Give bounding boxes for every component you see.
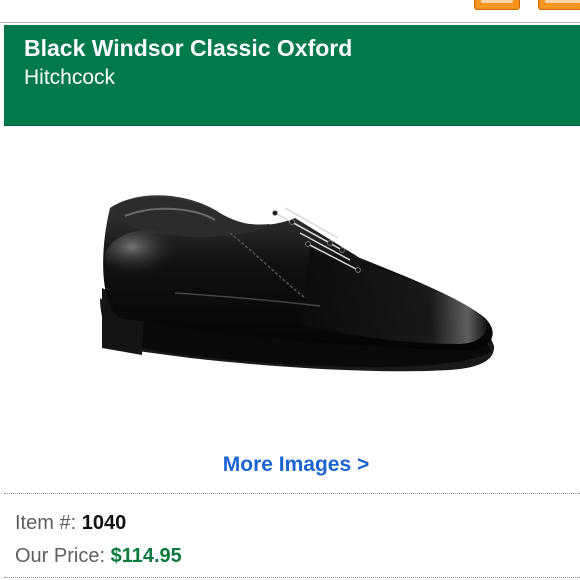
price-label: Our Price: <box>15 545 106 567</box>
item-number-value: 1040 <box>81 512 127 534</box>
top-toolbar-strip <box>0 0 580 23</box>
oxford-shoe-image <box>100 195 495 372</box>
product-header: Black Windsor Classic Oxford Hitchcock <box>4 25 580 126</box>
toolbar-button-left[interactable] <box>474 0 520 10</box>
item-number-row: Item #: 1040 <box>15 512 126 535</box>
item-number-label: Item #: <box>15 512 77 534</box>
product-image[interactable] <box>80 138 510 438</box>
product-brand: Hitchcock <box>24 66 116 89</box>
more-images-link[interactable]: More Images > <box>0 453 580 477</box>
divider-bottom <box>4 577 580 578</box>
product-title: Black Windsor Classic Oxford <box>24 35 353 61</box>
price-value: $114.95 <box>110 545 182 567</box>
divider-top <box>4 493 580 494</box>
toolbar-button-right[interactable] <box>538 0 580 10</box>
price-row: Our Price: $114.95 <box>15 545 182 568</box>
